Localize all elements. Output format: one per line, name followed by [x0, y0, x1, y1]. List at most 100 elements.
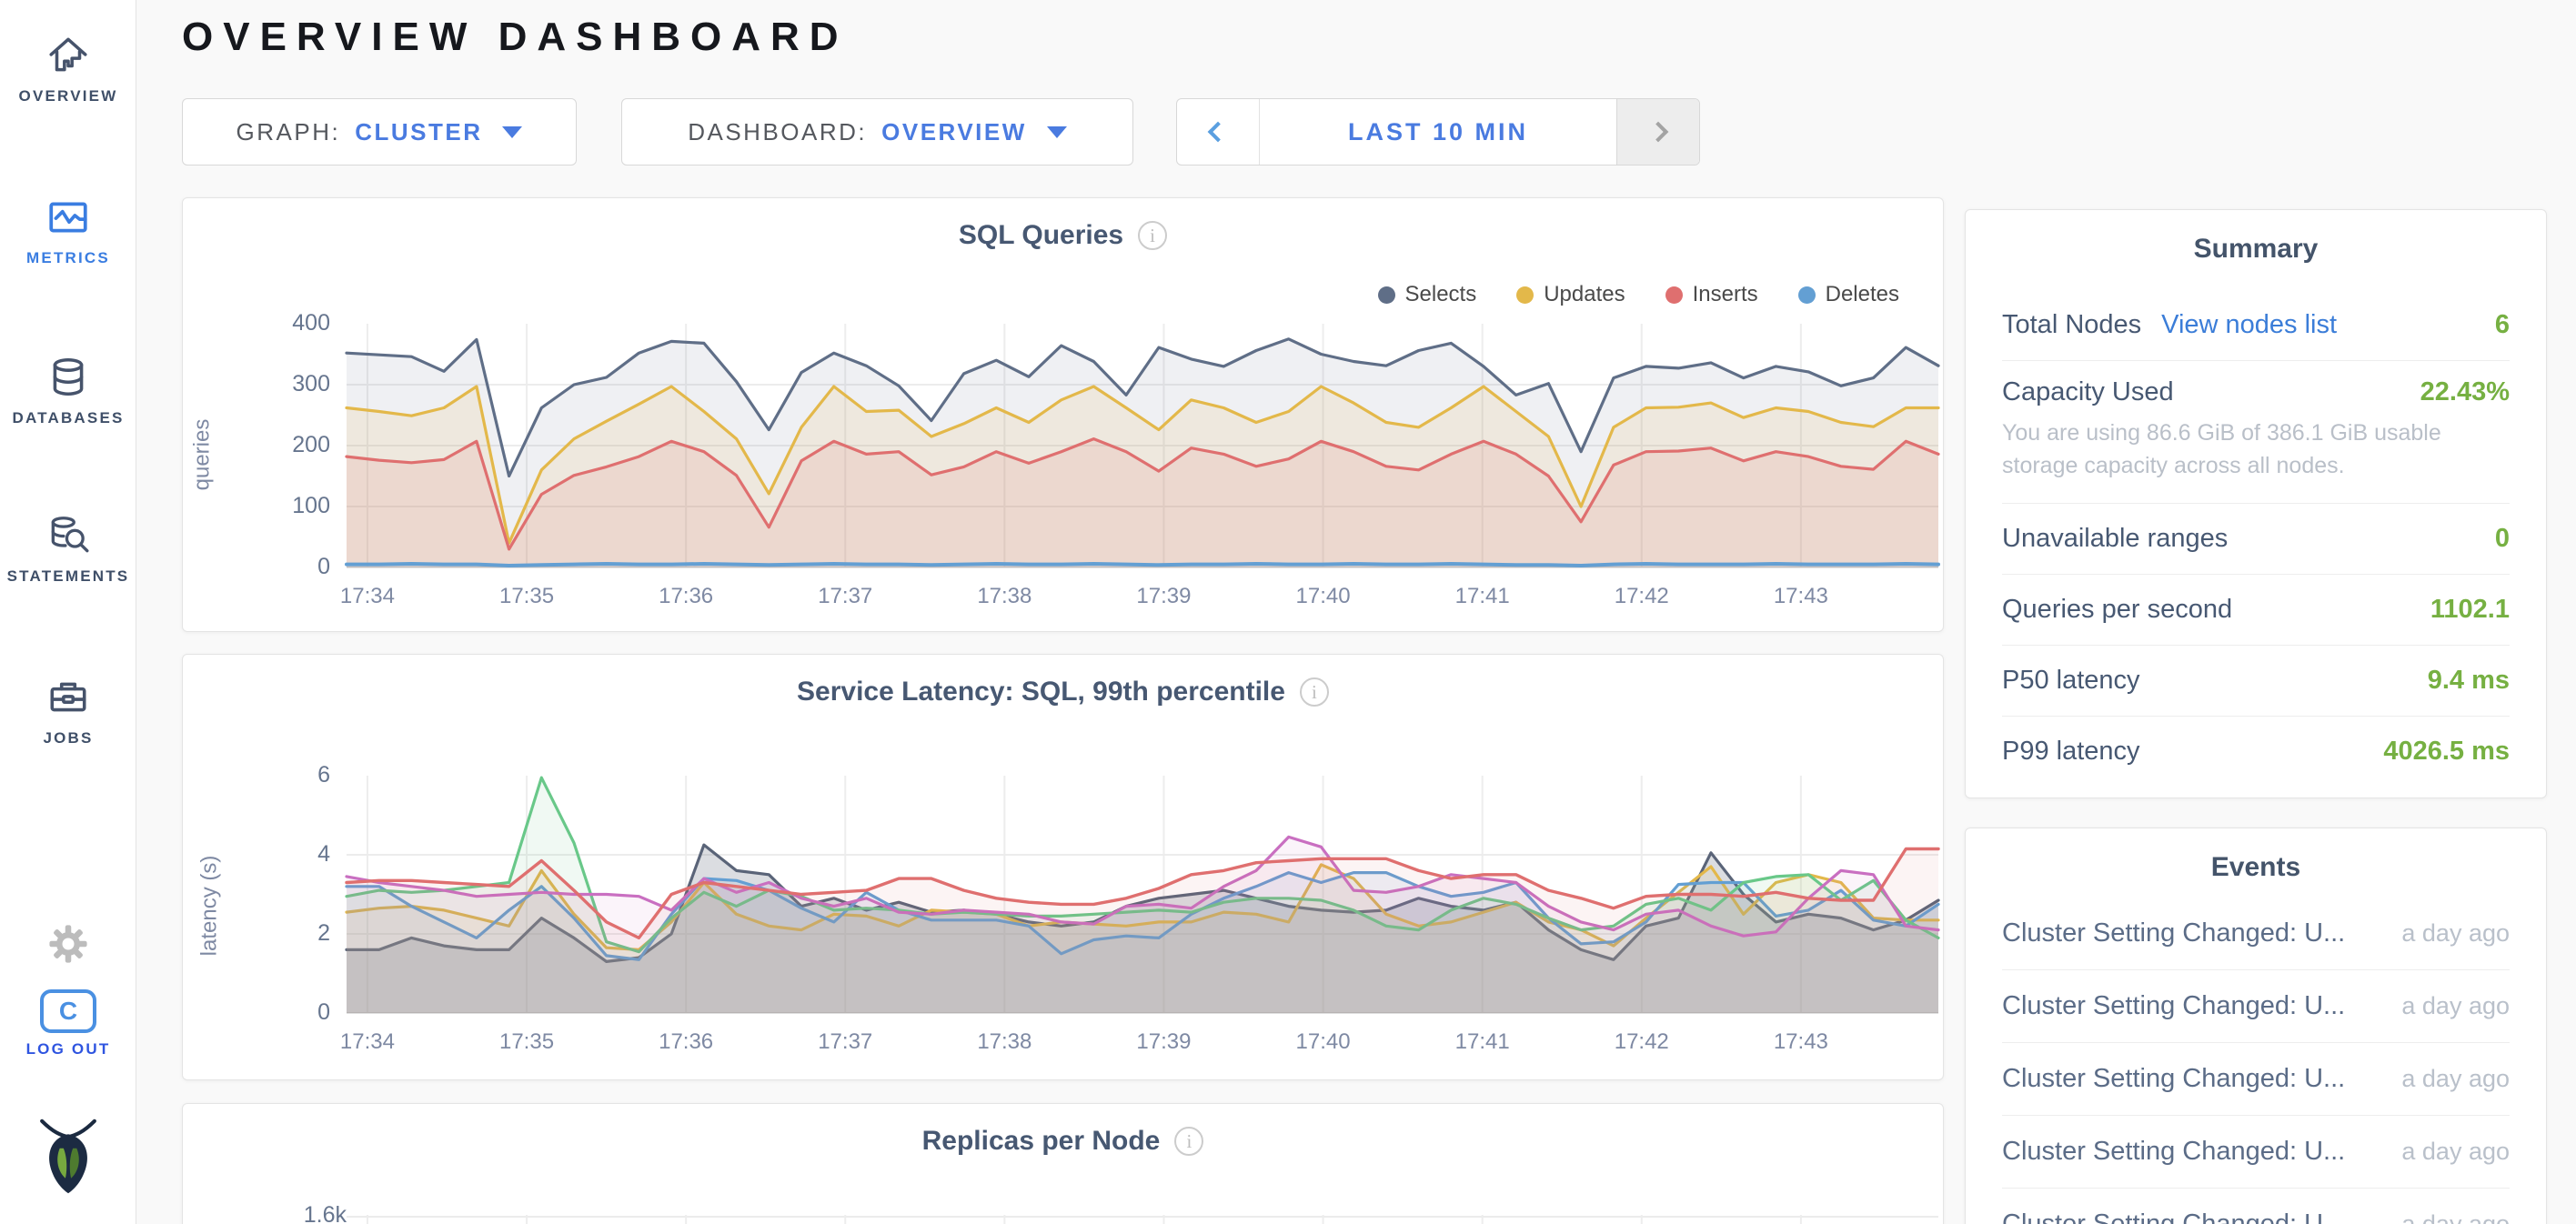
graph-dropdown-label: GRAPH:	[236, 118, 341, 146]
metrics-chart-icon	[45, 195, 91, 240]
x-axis-tick: 17:40	[1269, 584, 1378, 609]
chart-plot-area[interactable]	[347, 1215, 1938, 1224]
x-axis-tick: 17:37	[790, 584, 900, 609]
summary-value: 1102.1	[2430, 595, 2510, 625]
time-range-value[interactable]: LAST 10 MIN	[1259, 99, 1617, 165]
events-rows: Cluster Setting Changed: U... a day ago …	[1966, 898, 2546, 1224]
legend-item-updates[interactable]: Updates	[1516, 282, 1625, 307]
time-prev-button[interactable]	[1177, 99, 1259, 165]
sidebar-item-jobs[interactable]: JOBS	[0, 675, 136, 747]
x-axis-tick: 17:41	[1428, 584, 1537, 609]
dashboard-dropdown-value: OVERVIEW	[881, 118, 1027, 146]
x-axis-tick: 17:43	[1746, 584, 1856, 609]
time-next-button[interactable]	[1617, 99, 1699, 165]
x-axis-tick: 17:38	[950, 584, 1059, 609]
legend-dot-icon	[1378, 286, 1395, 304]
chart-title: Replicas per Node	[922, 1126, 1161, 1157]
capacity-note: You are using 86.6 GiB of 386.1 GiB usab…	[2002, 416, 2510, 483]
summary-value: 9.4 ms	[2428, 666, 2510, 696]
chevron-down-icon	[1047, 126, 1067, 138]
sidebar-item-statements[interactable]: STATEMENTS	[0, 513, 136, 586]
sidebar-item-label: JOBS	[0, 729, 136, 747]
x-axis-tick: 17:37	[790, 1029, 900, 1055]
summary-row-p50-latency: P50 latency 9.4 ms	[2002, 646, 2510, 717]
y-axis-label: queries	[189, 419, 215, 491]
chevron-left-icon	[1208, 122, 1229, 143]
x-axis-tick: 17:34	[313, 584, 422, 609]
event-row[interactable]: Cluster Setting Changed: U... a day ago	[2002, 1189, 2510, 1224]
sidebar-item-databases[interactable]: DATABASES	[0, 355, 136, 427]
sql-queries-chart-card: SQL Queries Selects Updates Inserts Dele…	[182, 197, 1944, 632]
chevron-right-icon	[1648, 122, 1669, 143]
sidebar-item-overview[interactable]: OVERVIEW	[0, 33, 136, 105]
chart-legend: Selects Updates Inserts Deletes	[1378, 282, 1900, 307]
database-icon	[45, 355, 91, 400]
graph-dropdown[interactable]: GRAPH: CLUSTER	[182, 98, 577, 166]
chart-title-row: Service Latency: SQL, 99th percentile	[183, 677, 1943, 707]
cockroach-logo	[0, 1117, 136, 1206]
x-axis-tick: 17:43	[1746, 1029, 1856, 1055]
summary-value: 6	[2495, 310, 2510, 340]
x-axis-tick: 17:39	[1109, 584, 1218, 609]
y-axis-tick: 0	[230, 999, 330, 1026]
page-title: OVERVIEW DASHBOARD	[182, 15, 849, 60]
cockroach-bug-icon	[38, 1117, 98, 1197]
x-axis-tick: 17:36	[631, 1029, 740, 1055]
summary-title: Summary	[1966, 210, 2546, 265]
overview-dashboard-page: OVERVIEW METRICS DATABASES	[0, 0, 2576, 1224]
service-latency-chart-card: Service Latency: SQL, 99th percentile la…	[182, 654, 1944, 1080]
chart-plot-area[interactable]	[347, 776, 1938, 1013]
summary-row-p99-latency: P99 latency 4026.5 ms	[2002, 717, 2510, 788]
settings-button[interactable]	[0, 920, 136, 977]
y-axis-tick: 2	[230, 920, 330, 947]
chart-title-row: Replicas per Node	[183, 1126, 1943, 1157]
x-axis-tick: 17:35	[472, 584, 581, 609]
y-axis-label: latency (s)	[196, 856, 222, 957]
x-axis-tick: 17:41	[1428, 1029, 1537, 1055]
event-row[interactable]: Cluster Setting Changed: U... a day ago	[2002, 1116, 2510, 1189]
x-axis-tick: 17:35	[472, 1029, 581, 1055]
briefcase-icon	[45, 675, 91, 720]
summary-value: 4026.5 ms	[2383, 737, 2510, 767]
event-row[interactable]: Cluster Setting Changed: U... a day ago	[2002, 970, 2510, 1043]
legend-dot-icon	[1665, 286, 1683, 304]
legend-item-selects[interactable]: Selects	[1378, 282, 1477, 307]
chart-plot-area[interactable]	[347, 324, 1938, 567]
y-axis-tick: 200	[230, 432, 330, 458]
sidebar-item-label: METRICS	[0, 249, 136, 267]
replicas-per-node-chart-card: Replicas per Node 1.6k	[182, 1103, 1944, 1224]
x-axis-tick: 17:36	[631, 584, 740, 609]
events-title: Events	[1966, 828, 2546, 883]
legend-dot-icon	[1516, 286, 1534, 304]
info-icon[interactable]	[1174, 1127, 1203, 1156]
x-axis-tick: 17:38	[950, 1029, 1059, 1055]
info-icon[interactable]	[1138, 221, 1167, 250]
legend-dot-icon	[1798, 286, 1816, 304]
x-axis-tick: 17:42	[1587, 1029, 1696, 1055]
legend-item-inserts[interactable]: Inserts	[1665, 282, 1758, 307]
y-axis-tick: 400	[230, 310, 330, 336]
summary-panel: Summary Total Nodes View nodes list 6 Ca…	[1965, 209, 2547, 798]
event-row[interactable]: Cluster Setting Changed: U... a day ago	[2002, 898, 2510, 970]
statements-search-icon	[45, 513, 91, 558]
dashboard-dropdown[interactable]: DASHBOARD: OVERVIEW	[621, 98, 1133, 166]
logout-c-icon	[40, 989, 96, 1033]
view-nodes-list-link[interactable]: View nodes list	[2161, 310, 2337, 340]
y-axis-tick: 1.6k	[247, 1202, 347, 1224]
chart-title: Service Latency: SQL, 99th percentile	[797, 677, 1285, 707]
x-axis-tick: 17:42	[1587, 584, 1696, 609]
sidebar-item-metrics[interactable]: METRICS	[0, 195, 136, 267]
events-panel: Events Cluster Setting Changed: U... a d…	[1965, 828, 2547, 1224]
event-row[interactable]: Cluster Setting Changed: U... a day ago	[2002, 1043, 2510, 1116]
y-axis-tick: 300	[230, 371, 330, 397]
logout-button[interactable]: LOG OUT	[0, 989, 136, 1058]
info-icon[interactable]	[1300, 677, 1329, 707]
summary-row-queries-per-second: Queries per second 1102.1	[2002, 575, 2510, 646]
graph-dropdown-value: CLUSTER	[355, 118, 482, 146]
chevron-down-icon	[502, 126, 522, 138]
home-icon	[45, 33, 91, 78]
x-axis-tick: 17:40	[1269, 1029, 1378, 1055]
y-axis-tick: 0	[230, 554, 330, 580]
summary-value: 0	[2495, 524, 2510, 554]
legend-item-deletes[interactable]: Deletes	[1798, 282, 1899, 307]
